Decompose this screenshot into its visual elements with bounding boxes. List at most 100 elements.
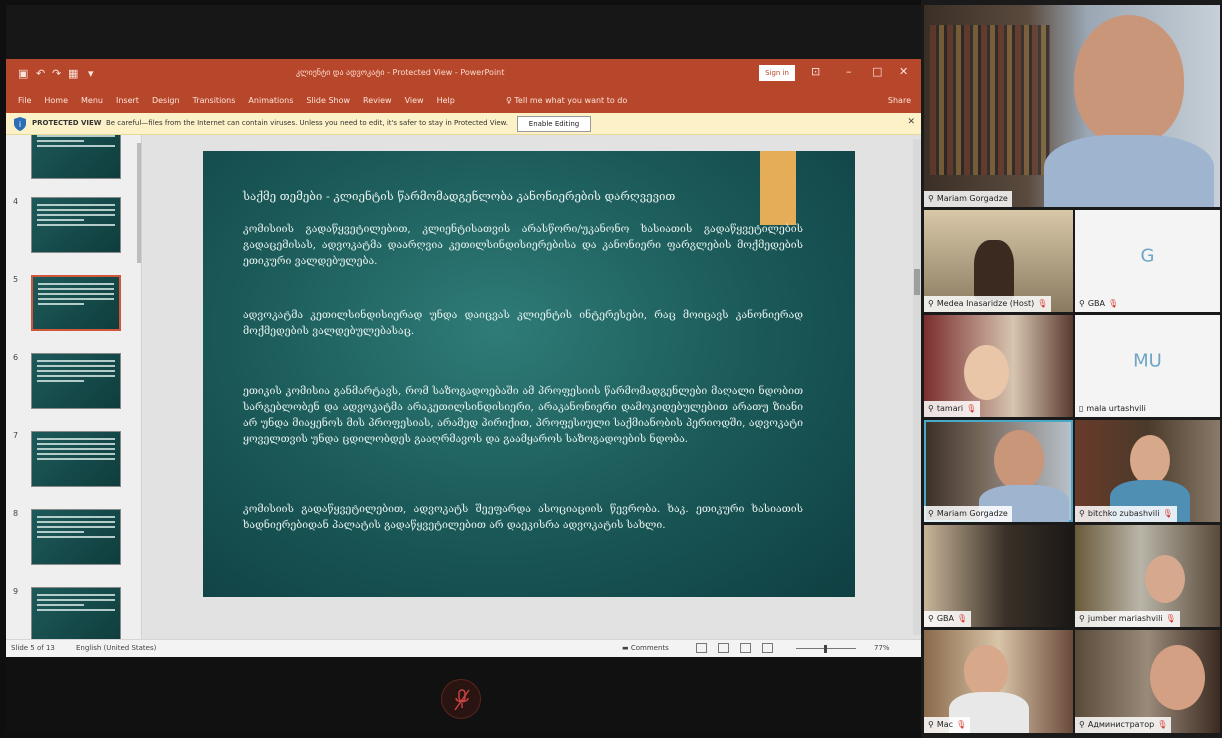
thumbnail-scrollbar[interactable] (137, 143, 141, 263)
shield-icon: i (14, 117, 26, 131)
protected-view-message: PROTECTED VIEW Be careful—files from the… (32, 119, 508, 127)
muted-mic-icon: 🎙︎ (957, 614, 968, 623)
slide-number: 5 (13, 275, 19, 284)
ppt-status-bar: Slide 5 of 13 English (United States) ▬ … (6, 639, 921, 657)
tab-transitions[interactable]: Transitions (193, 96, 236, 105)
muted-mic-icon: 🎙︎ (966, 404, 977, 413)
normal-view-icon[interactable] (696, 643, 707, 653)
tab-view[interactable]: View (405, 96, 424, 105)
enable-editing-button[interactable]: Enable Editing (517, 116, 591, 132)
participant-name: Mac (936, 720, 954, 729)
zoom-slider-handle[interactable] (824, 645, 827, 653)
participant-name-tag: ⚲ jumber mariashvili 🎙︎ (1075, 611, 1180, 627)
participant-face (964, 645, 1008, 697)
participant-video-tile-speaking[interactable]: ⚲ Mariam Gorgadze (924, 420, 1073, 522)
maximize-icon[interactable]: □ (872, 65, 882, 78)
save-icon[interactable]: ▣ (18, 67, 28, 80)
participant-face (1145, 555, 1185, 603)
participant-face (1150, 645, 1205, 710)
minimize-icon[interactable]: – (846, 65, 852, 78)
tab-insert[interactable]: Insert (116, 96, 139, 105)
participant-name: GBA (1087, 299, 1106, 308)
microphone-icon: ⚲ (928, 614, 934, 623)
slide-number: 6 (13, 353, 19, 362)
current-slide[interactable]: საქმე თემები - კლიენტის წარმომადგენლობა … (203, 151, 855, 597)
tab-slide-show[interactable]: Slide Show (306, 96, 350, 105)
svg-text:i: i (19, 120, 21, 129)
participant-video-tile[interactable]: ⚲ tamari 🎙︎ (924, 315, 1073, 417)
phone-icon: ▯ (1079, 404, 1084, 413)
muted-mic-icon: 🎙︎ (1108, 299, 1119, 308)
bookshelf-background (930, 25, 1050, 175)
presenter-mic-indicator (441, 679, 481, 719)
participant-avatar-tile[interactable]: MU ▯ mala urtashvili (1075, 315, 1220, 417)
slide-thumbnail[interactable] (31, 587, 121, 639)
comments-button[interactable]: ▬ Comments (622, 644, 669, 652)
close-bar-icon[interactable]: ✕ (907, 117, 915, 127)
tab-help[interactable]: Help (437, 96, 455, 105)
participant-video-tile[interactable]: ⚲ Администратор 🎙︎ (1075, 630, 1220, 733)
participant-name: Mariam Gorgadze (936, 194, 1008, 203)
tab-home[interactable]: Home (44, 96, 68, 105)
protected-view-text: Be careful—files from the Internet can c… (105, 119, 508, 127)
close-icon[interactable]: ✕ (899, 65, 908, 78)
tell-me-search[interactable]: ♀ Tell me what you want to do (506, 96, 627, 105)
ppt-window-title: კლიენტი და ადვოკატი - Protected View - P… (296, 68, 505, 77)
scrollbar-thumb[interactable] (914, 269, 920, 295)
participant-face (1074, 15, 1184, 145)
microphone-icon: ⚲ (928, 194, 934, 203)
participant-initials: G (1140, 245, 1155, 267)
customize-qat-icon[interactable]: ▾ (88, 67, 94, 80)
slide-number: 4 (13, 197, 19, 206)
reading-view-icon[interactable] (740, 643, 751, 653)
microphone-icon: ⚲ (928, 509, 934, 518)
slide-scrollbar[interactable] (913, 139, 921, 635)
participant-name: GBA (936, 614, 955, 623)
tab-animations[interactable]: Animations (248, 96, 293, 105)
participant-video-tile[interactable]: ⚲ Medea Inasaridze (Host) 🎙︎ (924, 210, 1073, 312)
participant-name-tag: ⚲ Mariam Gorgadze (924, 191, 1012, 207)
shared-screen: ▣ ↶ ↷ ▦ ▾ კლიენტი და ადვოკატი - Protecte… (6, 5, 921, 733)
slide-number: 7 (13, 431, 19, 440)
slide-thumbnail[interactable] (31, 135, 121, 179)
share-button[interactable]: Share (888, 96, 911, 105)
language-status[interactable]: English (United States) (76, 644, 156, 652)
participant-name-tag: ⚲ Mariam Gorgadze (924, 506, 1012, 522)
lightbulb-icon: ♀ (506, 96, 512, 105)
present-icon[interactable]: ▦ (68, 67, 78, 80)
muted-mic-icon: 🎙︎ (1162, 509, 1173, 518)
slide-thumbnail[interactable] (31, 197, 121, 253)
tab-design[interactable]: Design (152, 96, 180, 105)
zoom-level[interactable]: 77% (874, 644, 890, 652)
slideshow-icon[interactable] (762, 643, 773, 653)
microphone-icon: ⚲ (1079, 720, 1085, 729)
slide-thumbnail-selected[interactable] (31, 275, 121, 331)
slide-accent-bar (760, 151, 796, 225)
participant-avatar-tile[interactable]: G ⚲ GBA 🎙︎ (1075, 210, 1220, 312)
muted-mic-icon: 🎙︎ (1037, 299, 1048, 308)
microphone-icon: ⚲ (1079, 509, 1085, 518)
participant-video-tile[interactable]: ⚲ Mariam Gorgadze (924, 5, 1220, 207)
participant-shirt (1044, 135, 1214, 207)
redo-icon[interactable]: ↷ (52, 67, 61, 80)
slide-sorter-icon[interactable] (718, 643, 729, 653)
sign-in-button[interactable]: Sign in (759, 65, 795, 81)
tab-file[interactable]: File (18, 96, 31, 105)
muted-mic-icon: 🎙︎ (956, 720, 967, 729)
ribbon-display-icon[interactable]: ⊡ (811, 65, 820, 78)
slide-thumbnail[interactable] (31, 353, 121, 409)
ppt-workspace: 4 5 6 7 8 9 საქმე თემები - კლიენტის წარმ… (6, 135, 921, 639)
undo-icon[interactable]: ↶ (36, 67, 45, 80)
slide-editor-area: საქმე თემები - კლიენტის წარმომადგენლობა … (143, 135, 921, 639)
slide-thumbnail[interactable] (31, 509, 121, 565)
tab-review[interactable]: Review (363, 96, 392, 105)
tab-menu[interactable]: Menu (81, 96, 103, 105)
participant-video-tile[interactable]: ⚲ GBA 🎙︎ (924, 525, 1073, 627)
microphone-icon: ⚲ (928, 720, 934, 729)
slide-thumbnail[interactable] (31, 431, 121, 487)
participant-face (994, 430, 1044, 490)
muted-mic-icon: 🎙︎ (1165, 614, 1176, 623)
participant-video-tile[interactable]: ⚲ Mac 🎙︎ (924, 630, 1073, 733)
participant-video-tile[interactable]: ⚲ bitchko zubashvili 🎙︎ (1075, 420, 1220, 522)
participant-video-tile[interactable]: ⚲ jumber mariashvili 🎙︎ (1075, 525, 1220, 627)
